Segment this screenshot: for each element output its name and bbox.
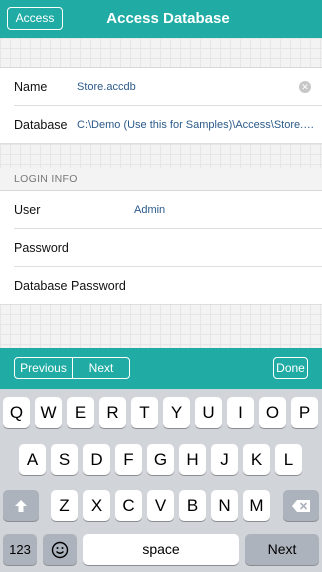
key[interactable]: B xyxy=(179,490,206,521)
section-header-login-info: LOGIN INFO xyxy=(14,173,78,185)
key[interactable]: M xyxy=(243,490,270,521)
delete-icon xyxy=(292,500,310,512)
key[interactable]: E xyxy=(67,397,94,428)
database-password-label: Database Password xyxy=(14,279,126,293)
key[interactable]: A xyxy=(19,444,46,475)
return-key[interactable]: Next xyxy=(245,534,319,565)
grid-background xyxy=(0,38,322,68)
name-row[interactable]: Name Store.accdb ✕ xyxy=(0,68,322,106)
page-title: Access Database xyxy=(106,10,230,27)
navigation-bar: Access Access Database xyxy=(0,0,322,38)
key[interactable]: W xyxy=(35,397,62,428)
key[interactable]: Q xyxy=(3,397,30,428)
prev-next-control: Previous Next xyxy=(14,357,130,379)
key[interactable]: P xyxy=(291,397,318,428)
done-button[interactable]: Done xyxy=(273,357,308,379)
key[interactable]: V xyxy=(147,490,174,521)
divider xyxy=(0,304,322,305)
divider xyxy=(0,143,322,144)
key[interactable]: F xyxy=(115,444,142,475)
key[interactable]: R xyxy=(99,397,126,428)
user-row[interactable]: User Admin xyxy=(0,191,322,229)
key[interactable]: T xyxy=(131,397,158,428)
previous-button[interactable]: Previous xyxy=(15,358,73,378)
password-label: Password xyxy=(14,241,69,255)
database-row[interactable]: Database C:\Demo (Use this for Samples)\… xyxy=(0,106,322,144)
delete-key[interactable] xyxy=(283,490,319,521)
key[interactable]: X xyxy=(83,490,110,521)
user-label: User xyxy=(14,203,41,217)
key[interactable]: L xyxy=(275,444,302,475)
space-key[interactable]: space xyxy=(83,534,239,565)
database-password-row[interactable]: Database Password xyxy=(0,267,322,305)
key[interactable]: G xyxy=(147,444,174,475)
key[interactable]: H xyxy=(179,444,206,475)
password-row[interactable]: Password xyxy=(0,229,322,267)
key[interactable]: I xyxy=(227,397,254,428)
keyboard: Q W E R T Y U I O P A S D F G H J K L Z … xyxy=(0,389,322,572)
clear-icon[interactable]: ✕ xyxy=(299,81,311,93)
next-button[interactable]: Next xyxy=(73,358,129,378)
key[interactable]: J xyxy=(211,444,238,475)
shift-icon xyxy=(15,500,27,512)
shift-key[interactable] xyxy=(3,490,39,521)
numbers-key[interactable]: 123 xyxy=(3,534,37,565)
key[interactable]: U xyxy=(195,397,222,428)
user-field[interactable]: Admin xyxy=(134,191,294,229)
name-field[interactable]: Store.accdb xyxy=(77,68,277,106)
key[interactable]: D xyxy=(83,444,110,475)
grid-background xyxy=(0,304,322,348)
key[interactable]: O xyxy=(259,397,286,428)
name-label: Name xyxy=(14,80,48,94)
key[interactable]: N xyxy=(211,490,238,521)
emoji-icon xyxy=(51,541,69,559)
key[interactable]: Y xyxy=(163,397,190,428)
database-label: Database xyxy=(14,118,68,132)
input-accessory-bar: Previous Next Done xyxy=(0,348,322,389)
key[interactable]: C xyxy=(115,490,142,521)
emoji-key[interactable] xyxy=(43,534,77,565)
key[interactable]: K xyxy=(243,444,270,475)
database-path-field[interactable]: C:\Demo (Use this for Samples)\Access\St… xyxy=(77,106,317,144)
key[interactable]: Z xyxy=(51,490,78,521)
grid-background xyxy=(0,144,322,168)
key[interactable]: S xyxy=(51,444,78,475)
